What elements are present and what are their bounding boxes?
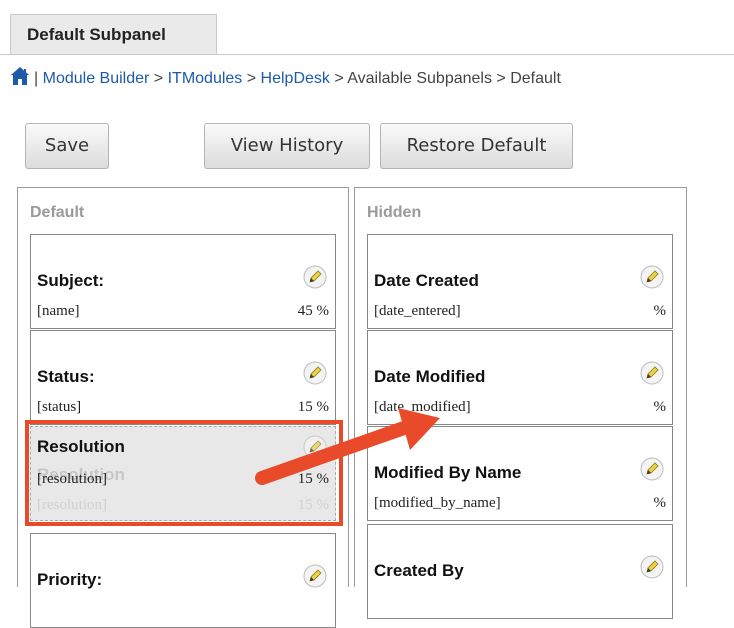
pencil-icon[interactable] <box>640 555 664 579</box>
field-label: Status: <box>37 367 95 386</box>
field-label: Created By <box>374 561 464 580</box>
field-width: 15 % <box>297 399 329 415</box>
field-date-created[interactable]: Date Created [date_entered] % <box>367 234 673 329</box>
field-label: Priority: <box>37 570 103 589</box>
field-name: [date_entered] <box>374 303 461 319</box>
hidden-column-title: Hidden <box>367 204 422 221</box>
field-name: [status] <box>37 399 82 415</box>
home-icon[interactable] <box>10 66 30 86</box>
pencil-icon[interactable] <box>303 361 327 385</box>
breadcrumb-separator: | <box>34 70 39 87</box>
field-subject[interactable]: Subject: [name] 45 % <box>30 234 336 329</box>
field-created-by[interactable]: Created By <box>367 524 673 619</box>
pencil-icon[interactable] <box>303 265 327 289</box>
hidden-column: Hidden Date Created [date_entered] % Dat… <box>354 187 687 619</box>
pencil-icon[interactable] <box>640 361 664 385</box>
pencil-icon[interactable] <box>303 564 327 588</box>
restore-default-button[interactable]: Restore Default <box>380 123 573 169</box>
field-status[interactable]: Status: [status] 15 % <box>30 330 336 425</box>
breadcrumb-current: > Available Subpanels > Default <box>334 70 561 87</box>
tab-bar: Default Subpanel <box>0 0 734 55</box>
field-width: 45 % <box>297 303 329 319</box>
field-name: [modified_by_name] <box>374 495 501 511</box>
field-width: % <box>653 303 667 319</box>
default-column: Default Subject: [name] 45 % Status: [st… <box>17 187 349 628</box>
field-label: Subject: <box>37 271 105 290</box>
field-modified-by-name[interactable]: Modified By Name [modified_by_name] % <box>367 426 673 521</box>
default-column-title: Default <box>30 204 85 221</box>
breadcrumb-helpdesk[interactable]: HelpDesk <box>261 70 330 87</box>
field-name: [date_modified] <box>374 399 471 415</box>
breadcrumb-arrow: > <box>153 70 164 87</box>
field-label: Date Created <box>374 271 479 290</box>
save-button[interactable]: Save <box>25 123 109 169</box>
pencil-icon[interactable] <box>640 457 664 481</box>
field-date-modified[interactable]: Date Modified [date_modified] % <box>367 330 673 425</box>
breadcrumb-itmodules[interactable]: ITModules <box>168 70 243 87</box>
pencil-icon[interactable] <box>640 265 664 289</box>
field-label: Modified By Name <box>374 463 522 482</box>
view-history-button[interactable]: View History <box>204 123 370 169</box>
field-name: [name] <box>37 303 80 319</box>
breadcrumb-arrow: > <box>246 70 257 87</box>
tab-default-subpanel[interactable]: Default Subpanel <box>10 14 217 54</box>
drag-highlight-box <box>25 420 343 526</box>
breadcrumb: | Module Builder > ITModules > HelpDesk … <box>10 66 561 92</box>
breadcrumb-module-builder[interactable]: Module Builder <box>43 70 150 87</box>
field-label: Date Modified <box>374 367 486 386</box>
field-width: % <box>653 399 667 415</box>
field-width: % <box>653 495 667 511</box>
field-priority[interactable]: Priority: <box>30 533 336 628</box>
